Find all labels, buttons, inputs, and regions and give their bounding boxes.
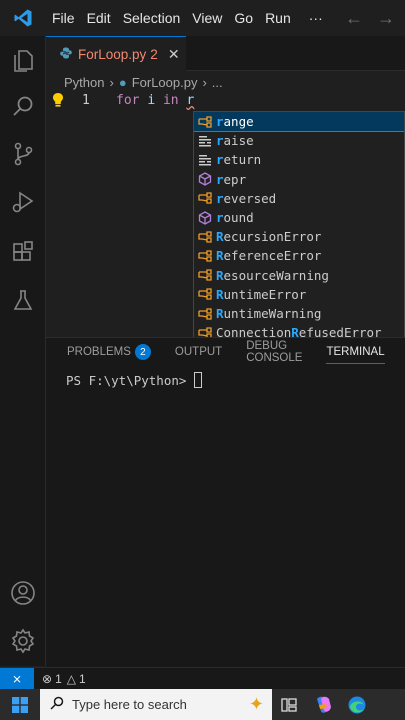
taskbar-search[interactable]: Type here to search ✦ [40,689,272,720]
extensions-icon[interactable] [0,232,46,272]
menu-go[interactable]: Go [228,10,259,26]
menu-more[interactable]: ··· [297,10,329,26]
keyword-icon [194,154,216,166]
breadcrumb-folder[interactable]: Python [64,75,104,90]
task-view-icon[interactable] [272,689,306,720]
edge-browser-icon[interactable] [340,689,374,720]
keyword-in: in [162,93,179,108]
function-cube-icon [194,210,216,225]
copilot-app-icon[interactable] [306,689,340,720]
chevron-right-icon: › [202,74,207,90]
suggestion-return[interactable]: return [194,150,404,169]
account-icon[interactable] [0,573,46,613]
activity-bar [0,36,46,666]
suggestion-referenceerror[interactable]: ReferenceError [194,246,404,265]
panel-tabs: PROBLEMS 2 OUTPUT DEBUG CONSOLE TERMINAL [67,340,405,364]
back-arrow-icon[interactable]: ← [345,8,363,29]
windows-start-icon[interactable] [0,689,40,720]
keyword-icon [194,135,216,147]
typed-identifier: r [186,93,195,108]
source-control-icon[interactable] [0,134,46,174]
close-icon[interactable]: ✕ [168,46,180,63]
error-count: 1 [55,671,62,686]
suggestion-round[interactable]: round [194,208,404,227]
class-icon [194,191,216,205]
forward-arrow-icon[interactable]: → [377,8,395,29]
vscode-logo-icon [0,0,46,36]
code-line[interactable]: for i in r [116,93,194,108]
warning-icon: △ [66,671,76,686]
breadcrumb-more[interactable]: ... [212,75,223,90]
breadcrumb-file[interactable]: ForLoop.py [132,75,198,90]
menu-bar: File Edit Selection View Go Run ··· [46,10,329,26]
lightbulb-icon[interactable] [52,92,64,113]
loop-variable: i [147,93,156,108]
class-icon [194,307,216,321]
terminal[interactable]: PS F:\yt\Python> [66,372,203,388]
python-file-icon: ● [118,74,127,90]
run-debug-icon[interactable] [0,182,46,222]
warning-count: 1 [78,671,86,686]
suggestion-runtimewarning[interactable]: RuntimeWarning [194,304,404,323]
tab-problem-count: 2 [150,46,158,62]
search-icon [50,696,64,713]
status-bar: ⨯ ⊗ 1 △ 1 [0,667,405,690]
suggestion-resourcewarning[interactable]: ResourceWarning [194,266,404,285]
class-icon [194,287,216,301]
search-icon[interactable] [0,86,46,126]
settings-gear-icon[interactable] [0,621,46,661]
terminal-prompt: PS F:\yt\Python> [66,372,187,388]
editor-tabs: ForLoop.py 2 ✕ [46,36,405,71]
terminal-cursor [194,372,203,388]
title-bar: File Edit Selection View Go Run ··· ← → [0,0,405,36]
copilot-sparkle-icon: ✦ [248,694,264,714]
suggestion-runtimeerror[interactable]: RuntimeError [194,285,404,304]
problems-badge: 2 [134,344,151,360]
tab-forloop[interactable]: ForLoop.py 2 ✕ [46,36,186,71]
class-icon [194,249,216,263]
class-icon [194,268,216,282]
line-number: 1 [82,93,90,108]
tab-problems[interactable]: PROBLEMS 2 [67,344,151,360]
menu-edit[interactable]: Edit [81,10,117,26]
menu-run[interactable]: Run [259,10,297,26]
chevron-right-icon: › [109,74,114,90]
tab-filename: ForLoop.py [78,46,147,62]
suggestion-range[interactable]: range [194,112,404,133]
remote-indicator-icon[interactable]: ⨯ [0,667,34,690]
autocomplete-suggestions: range raise return repr reversed round R… [193,111,405,342]
class-icon [194,115,216,129]
explorer-icon[interactable] [0,40,46,80]
suggestion-repr[interactable]: repr [194,170,404,189]
menu-view[interactable]: View [186,10,228,26]
suggestion-raise[interactable]: raise [194,131,404,150]
class-icon [194,230,216,244]
search-placeholder: Type here to search [72,697,187,712]
tab-output[interactable]: OUTPUT [175,346,222,358]
function-cube-icon [194,172,216,186]
suggestion-reversed[interactable]: reversed [194,189,404,208]
menu-file[interactable]: File [46,10,81,26]
keyword-for: for [116,93,140,108]
python-file-icon [60,47,72,62]
error-icon: ⊗ [42,671,53,686]
menu-selection[interactable]: Selection [117,10,187,26]
windows-taskbar: Type here to search ✦ [0,689,405,720]
breadcrumb: Python › ● ForLoop.py › ... [64,72,223,92]
tab-debug-console[interactable]: DEBUG CONSOLE [246,340,302,364]
tab-terminal[interactable]: TERMINAL [326,346,385,364]
suggestion-recursionerror[interactable]: RecursionError [194,227,404,246]
testing-flask-icon[interactable] [0,280,46,320]
status-problems[interactable]: ⊗ 1 △ 1 [42,672,86,686]
